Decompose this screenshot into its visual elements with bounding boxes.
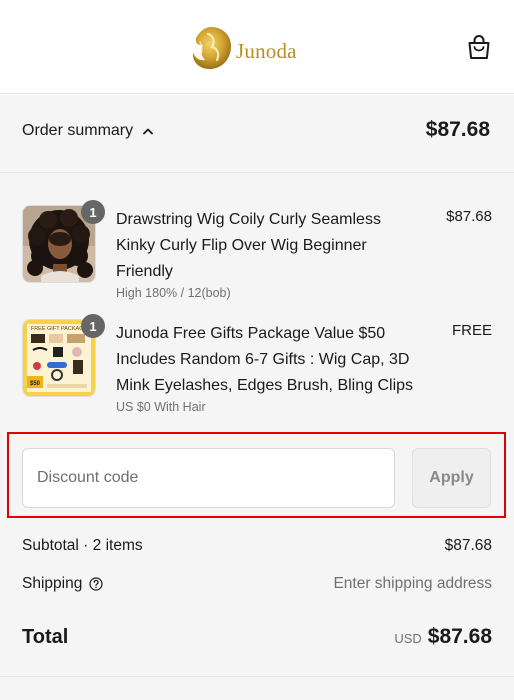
product-variant: High 180% / 12(bob) [116,286,231,300]
brand-logo[interactable]: Junoda [188,24,297,72]
logo-mark-icon [192,27,232,70]
discount-code-input[interactable] [22,448,395,508]
product-thumbnail: 1 [22,200,105,283]
total-row: Total USD $87.68 [22,625,492,649]
gift-value-tag: $50 [30,381,41,387]
order-summary-content: 1 Drawstring Wig Coily Curly Seamless Ki… [0,173,514,700]
shipping-label: Shipping [22,575,83,592]
order-summary-bar: Order summary $87.68 [0,95,514,173]
subtotal-row: Subtotal · 2 items $87.68 [22,537,492,555]
brand-name: Junoda [236,38,297,63]
shipping-label-group: Shipping [22,575,103,593]
shipping-value: Enter shipping address [333,575,492,592]
order-summary-label: Order summary [22,122,134,139]
product-price: $87.68 [446,208,492,225]
help-circle-icon[interactable] [89,577,103,591]
product-title: Junoda Free Gifts Package Value $50 Incl… [116,325,414,394]
quantity-badge: 1 [81,314,105,338]
order-summary-toggle[interactable]: Order summary [22,122,154,140]
quantity-badge: 1 [81,200,105,224]
currency-code: USD [394,631,422,646]
total-value: $87.68 [427,625,492,648]
product-title: Drawstring Wig Coily Curly Seamless Kink… [116,211,381,280]
shipping-row: Shipping Enter shipping address [22,575,492,593]
product-thumbnail: FREE GIFT PACKAGE $50 1 [22,314,105,397]
gift-banner-text: FREE GIFT PACKAGE [31,326,88,332]
shopping-bag-icon[interactable] [466,33,492,61]
total-amount: USD $87.68 [394,625,492,649]
product-price: FREE [451,322,492,339]
apply-discount-button[interactable]: Apply [412,448,491,508]
divider [0,676,514,677]
chevron-up-icon [143,128,154,135]
total-label: Total [22,625,69,648]
site-header: Junoda [0,0,514,94]
product-variant: US $0 With Hair [116,400,206,414]
subtotal-value: $87.68 [444,537,492,554]
order-summary-total: $87.68 [425,118,490,141]
subtotal-label: Subtotal · 2 items [22,537,143,554]
